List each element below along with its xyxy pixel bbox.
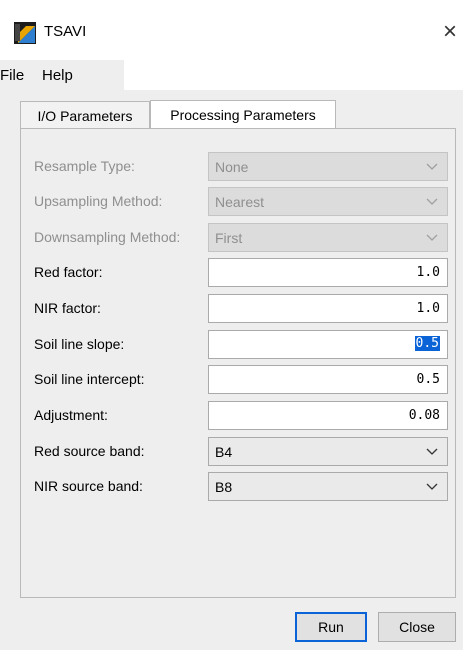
close-icon[interactable]: ×	[438, 18, 462, 46]
downsampling-method-select: First	[208, 223, 448, 252]
chevron-down-icon	[426, 234, 438, 241]
nir-source-band-select[interactable]: B8	[208, 472, 448, 501]
menu-help[interactable]: Help	[42, 67, 73, 84]
soil-line-slope-value: 0.5	[414, 336, 440, 351]
adjustment-value: 0.08	[408, 408, 440, 423]
chevron-down-icon	[426, 483, 438, 490]
soil-line-intercept-value: 0.5	[416, 372, 440, 387]
red-source-band-select[interactable]: B4	[208, 437, 448, 466]
close-button[interactable]: Close	[378, 612, 456, 642]
nir-source-band-label: NIR source band:	[34, 478, 143, 494]
downsampling-method-value: First	[215, 230, 243, 246]
adjustment-label: Adjustment:	[34, 407, 108, 423]
resample-type-select: None	[208, 152, 448, 181]
window-title: TSAVI	[44, 23, 87, 40]
run-button[interactable]: Run	[295, 612, 367, 642]
resample-type-label: Resample Type:	[34, 158, 135, 174]
resample-type-value: None	[215, 159, 249, 175]
red-factor-label: Red factor:	[34, 264, 103, 280]
title-bar: TSAVI ×	[0, 0, 463, 60]
soil-line-slope-input[interactable]: 0.5	[208, 330, 448, 359]
nir-factor-label: NIR factor:	[34, 300, 101, 316]
soil-line-slope-label: Soil line slope:	[34, 336, 125, 352]
nir-source-band-value: B8	[215, 479, 233, 495]
chevron-down-icon	[426, 198, 438, 205]
menu-bar: File Help	[0, 60, 124, 90]
tab-io-parameters[interactable]: I/O Parameters	[20, 101, 150, 130]
upsampling-method-select: Nearest	[208, 187, 448, 216]
menu-file[interactable]: File	[0, 67, 24, 84]
adjustment-input[interactable]: 0.08	[208, 401, 448, 430]
soil-line-intercept-label: Soil line intercept:	[34, 371, 145, 387]
nir-factor-input[interactable]: 1.0	[208, 294, 448, 323]
upsampling-method-value: Nearest	[215, 194, 265, 210]
chevron-down-icon	[426, 448, 438, 455]
downsampling-method-label: Downsampling Method:	[34, 229, 181, 245]
red-factor-value: 1.0	[416, 265, 440, 280]
tab-processing-parameters[interactable]: Processing Parameters	[150, 100, 336, 130]
red-factor-input[interactable]: 1.0	[208, 258, 448, 287]
red-source-band-label: Red source band:	[34, 443, 145, 459]
soil-line-intercept-input[interactable]: 0.5	[208, 365, 448, 394]
chevron-down-icon	[426, 163, 438, 170]
red-source-band-value: B4	[215, 444, 233, 460]
upsampling-method-label: Upsampling Method:	[34, 193, 163, 209]
snap-app-icon	[14, 22, 36, 44]
nir-factor-value: 1.0	[416, 301, 440, 316]
